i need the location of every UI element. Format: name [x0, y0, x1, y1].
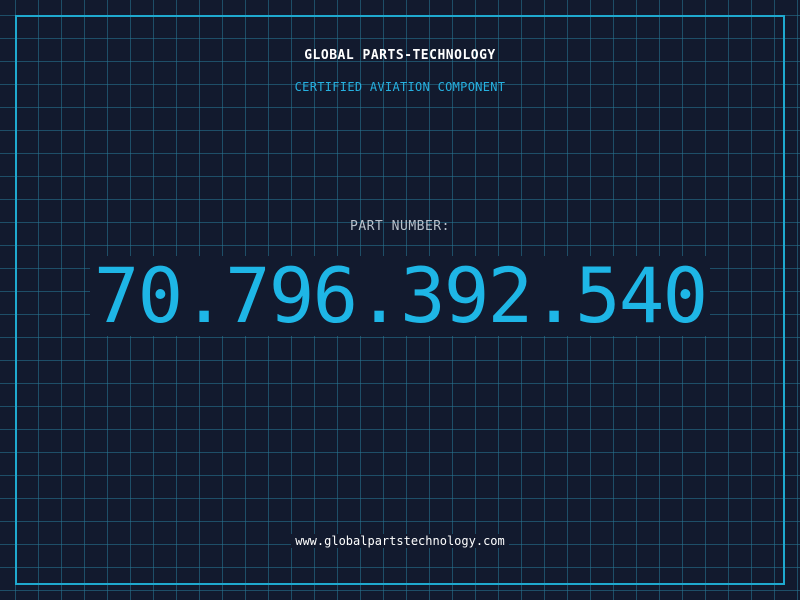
- part-number-label: PART NUMBER:: [350, 219, 450, 234]
- website-url: www.globalpartstechnology.com: [291, 534, 509, 548]
- footer: www.globalpartstechnology.com: [0, 530, 800, 549]
- company-name: GLOBAL PARTS-TECHNOLOGY: [304, 48, 496, 63]
- part-number-value: 70.796.392.540: [89, 256, 711, 336]
- certification-subtitle: CERTIFIED AVIATION COMPONENT: [294, 80, 506, 94]
- part-number-container: 70.796.392.540: [0, 256, 800, 336]
